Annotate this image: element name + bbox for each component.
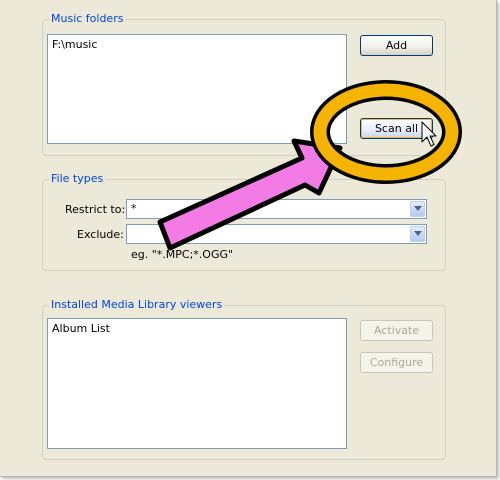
mouse-cursor-icon — [421, 121, 437, 147]
annotation-overlay — [157, 80, 462, 251]
pink-arrow-icon — [157, 138, 343, 251]
